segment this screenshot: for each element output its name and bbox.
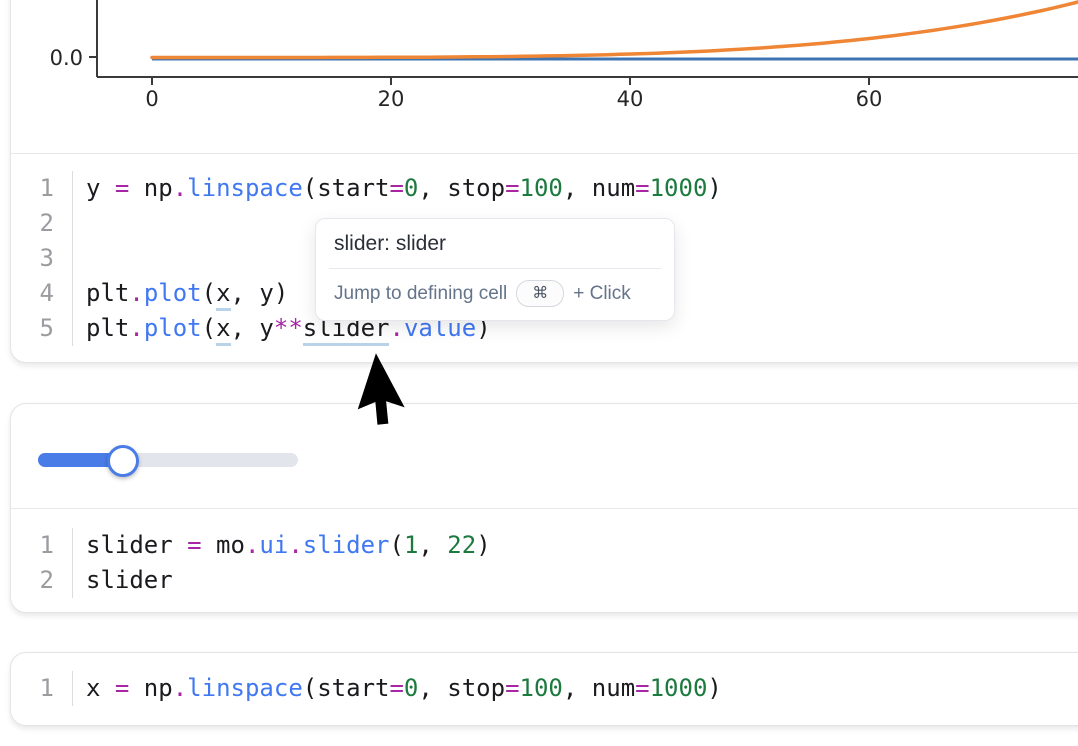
svg-text:40: 40 [617, 87, 644, 111]
notebook-page: 0.0 0 20 40 60 1y = np.linspace(start=0, sto… [0, 0, 1078, 746]
slider-widget-output [11, 404, 1078, 508]
line-number: 1 [11, 528, 73, 563]
code-editor[interactable]: 1slider = mo.ui.slider(1, 22)2slider [11, 509, 1078, 612]
line-number: 5 [11, 311, 73, 346]
code-line[interactable]: 2slider [11, 563, 1078, 598]
code-line[interactable]: 1slider = mo.ui.slider(1, 22) [11, 528, 1078, 563]
svg-text:60: 60 [856, 87, 883, 111]
variable-tooltip: slider: slider Jump to defining cell ⌘ +… [315, 218, 675, 321]
jump-to-defining-cell-hint[interactable]: Jump to defining cell [334, 283, 507, 305]
line-number: 2 [11, 206, 73, 241]
svg-text:0: 0 [145, 87, 158, 111]
slider-thumb[interactable] [107, 445, 139, 477]
line-number: 2 [11, 563, 73, 598]
line-number: 3 [11, 241, 73, 276]
cell-slider: 1slider = mo.ui.slider(1, 22)2slider [10, 403, 1078, 613]
matplotlib-plot-output: 0.0 0 20 40 60 [11, 0, 1078, 153]
mouse-cursor-icon [375, 353, 445, 453]
code-editor[interactable]: 1x = np.linspace(start=0, stop=100, num=… [11, 653, 1078, 723]
svg-text:20: 20 [378, 87, 405, 111]
line-chart: 0.0 0 20 40 60 [11, 0, 1078, 153]
click-suffix: + Click [573, 283, 631, 305]
svg-text:0.0: 0.0 [50, 46, 83, 70]
code-line[interactable]: 1y = np.linspace(start=0, stop=100, num=… [11, 171, 1078, 206]
code-line[interactable]: 1x = np.linspace(start=0, stop=100, num=… [11, 671, 1078, 706]
line-number: 1 [11, 171, 73, 206]
cell-x-def: 1x = np.linspace(start=0, stop=100, num=… [10, 652, 1078, 726]
command-key-badge: ⌘ [516, 280, 564, 307]
tooltip-variable-title: slider: slider [316, 219, 674, 268]
line-number: 1 [11, 671, 73, 706]
line-number: 4 [11, 276, 73, 311]
slider-widget[interactable] [38, 453, 298, 467]
